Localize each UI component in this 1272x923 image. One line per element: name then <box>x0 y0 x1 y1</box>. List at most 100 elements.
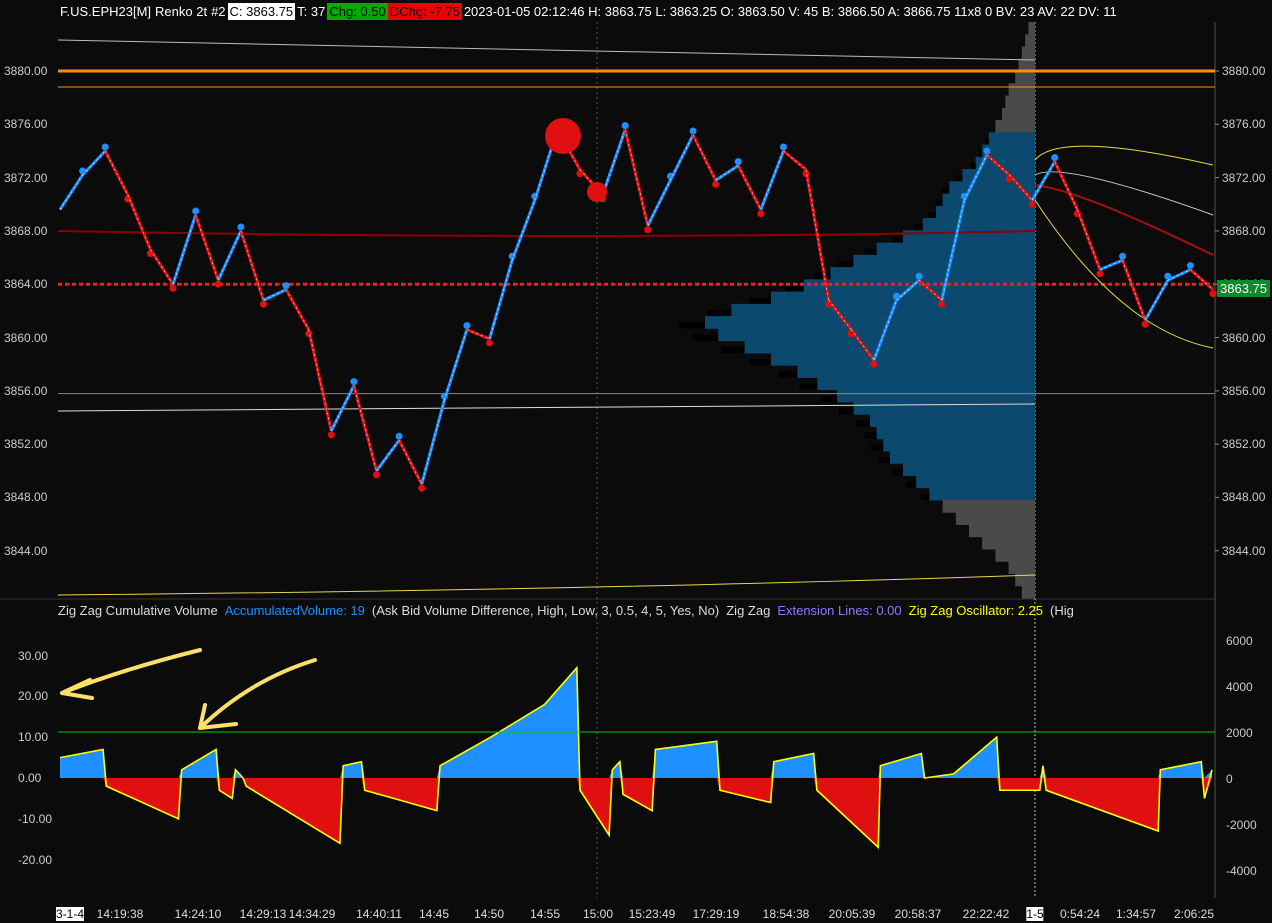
volume-dot <box>1119 252 1127 260</box>
volume-dot <box>1209 290 1217 298</box>
volume-profile-bar <box>817 377 1035 391</box>
time-tick-label: 14:34:29 <box>288 907 336 921</box>
volume-dot <box>757 210 765 218</box>
price-tick-label: 3856.00 <box>1222 383 1266 398</box>
volume-tick-label: -4000 <box>1226 864 1257 878</box>
annotation-arrow <box>60 648 202 700</box>
time-tick-label: 20:05:39 <box>828 907 876 921</box>
time-tick-label: 17:29:19 <box>692 907 740 921</box>
volume-profile-delta <box>863 248 877 255</box>
volume-profile-bar <box>982 536 1035 550</box>
volume-profile-bar <box>903 463 1035 476</box>
volume-profile-delta <box>785 285 804 292</box>
volume-dot <box>938 300 946 308</box>
volume-profile-delta <box>721 346 745 353</box>
oscillator-tick-label: 0.00 <box>18 771 42 785</box>
accumulated-volume: AccumulatedVolume: 19 <box>224 603 365 618</box>
volume-profile-bar <box>771 352 1035 366</box>
close-value: C: 3863.75 <box>227 3 296 20</box>
volume-profile-delta <box>935 199 943 206</box>
volume-dot <box>779 143 787 151</box>
time-tick-label: 15:00 <box>582 907 614 921</box>
price-tick-label-left: 3868.00 <box>4 223 48 238</box>
volume-dot <box>350 378 358 386</box>
volume-dot <box>418 484 426 492</box>
volume-profile-delta <box>892 469 903 476</box>
time-tick-label: 18:54:38 <box>762 907 810 921</box>
volume-profile-bar <box>1005 95 1035 109</box>
volume-profile-delta <box>913 224 923 231</box>
price-tick-label-left: 3872.00 <box>4 170 48 185</box>
last-price-badge: 3863.75 <box>1217 279 1270 297</box>
volume-profile-bar <box>988 132 1035 146</box>
volume-profile-bar <box>1008 561 1035 574</box>
volume-dot <box>1141 320 1149 328</box>
study-more: (Hig <box>1050 603 1074 618</box>
volume-dot <box>983 147 991 155</box>
volume-profile-bar <box>870 414 1035 427</box>
time-tick-label: 14:29:13 <box>239 907 287 921</box>
volume-profile-bar <box>995 548 1035 562</box>
time-tick-label: 22:22:42 <box>962 907 1010 921</box>
volume-profile-delta <box>970 162 976 170</box>
time-tick-label: 20:58:37 <box>894 907 942 921</box>
daily-change-value: DChg: -7.75 <box>387 3 462 20</box>
volume-profile-bar <box>837 389 1035 403</box>
volume-dot <box>282 282 290 290</box>
volume-profile-bar <box>853 254 1035 268</box>
price-tick-label: 3880.00 <box>1222 64 1266 78</box>
volume-profile-bar <box>731 303 1035 317</box>
change-value: Chg: 0.50 <box>327 3 388 20</box>
large-volume-bubble <box>545 118 581 154</box>
volume-profile-delta <box>749 297 771 304</box>
price-tick-label: 3860.00 <box>1222 330 1266 345</box>
study-params: (Ask Bid Volume Difference, High, Low, 3… <box>371 603 720 618</box>
price-chart[interactable] <box>0 0 1272 923</box>
oscillator-tick-label: 30.00 <box>18 648 49 663</box>
volume-profile-delta <box>856 420 870 427</box>
volume-dot <box>486 339 494 347</box>
volume-dot <box>192 207 200 215</box>
volume-profile-bar <box>1002 107 1035 121</box>
volume-profile-bar <box>1021 585 1035 599</box>
time-tick-label: 14:19:38 <box>96 907 144 921</box>
volume-profile-bar <box>718 328 1035 342</box>
volume-bubble <box>587 182 607 202</box>
volume-profile-delta <box>956 175 963 182</box>
volume-profile-delta <box>871 444 884 451</box>
price-tick-label: 3868.00 <box>1222 223 1266 238</box>
price-tick-label-left: 3864.00 <box>4 277 48 292</box>
volume-profile-delta <box>977 150 983 157</box>
oscillator-line <box>59 665 1213 850</box>
study-legend: Zig Zag Cumulative Volume AccumulatedVol… <box>58 603 1074 618</box>
volume-profile-delta <box>678 322 705 329</box>
price-tick-label-left: 3844.00 <box>4 543 48 558</box>
volume-profile-bar <box>1015 71 1035 84</box>
volume-profile-delta <box>799 383 818 390</box>
volume-profile-delta <box>692 334 719 341</box>
time-tick-label: 1:34:57 <box>1115 907 1157 921</box>
volume-dot <box>1028 200 1036 208</box>
volume-profile-bar <box>889 450 1035 464</box>
volume-profile-bar <box>969 524 1035 538</box>
time-tick-label: 14:45 <box>418 907 450 921</box>
volume-tick-label: 2000 <box>1226 726 1253 740</box>
price-tick-label-left: 3860.00 <box>4 330 48 345</box>
volume-dot <box>169 284 177 292</box>
oscillator-tick-label: 10.00 <box>18 730 49 745</box>
chart-number: #2 <box>211 4 226 19</box>
volume-profile-bar <box>955 512 1035 525</box>
price-tick-label-left: 3876.00 <box>4 117 48 132</box>
volume-dot <box>734 158 742 166</box>
volume-profile-bar <box>1021 46 1035 60</box>
time-tick-label: 0:54:24 <box>1059 907 1101 921</box>
volume-profile-bar <box>929 487 1035 501</box>
volume-profile-bar <box>876 426 1035 440</box>
volume-dot <box>1096 270 1104 278</box>
volume-profile-delta <box>749 359 771 366</box>
volume-dot <box>101 143 109 151</box>
volume-profile-delta <box>985 138 989 145</box>
bar-info: 2023-01-05 02:12:46 H: 3863.75 L: 3863.2… <box>463 4 1117 19</box>
volume-profile-delta <box>892 236 903 243</box>
volume-profile-delta <box>814 273 831 280</box>
